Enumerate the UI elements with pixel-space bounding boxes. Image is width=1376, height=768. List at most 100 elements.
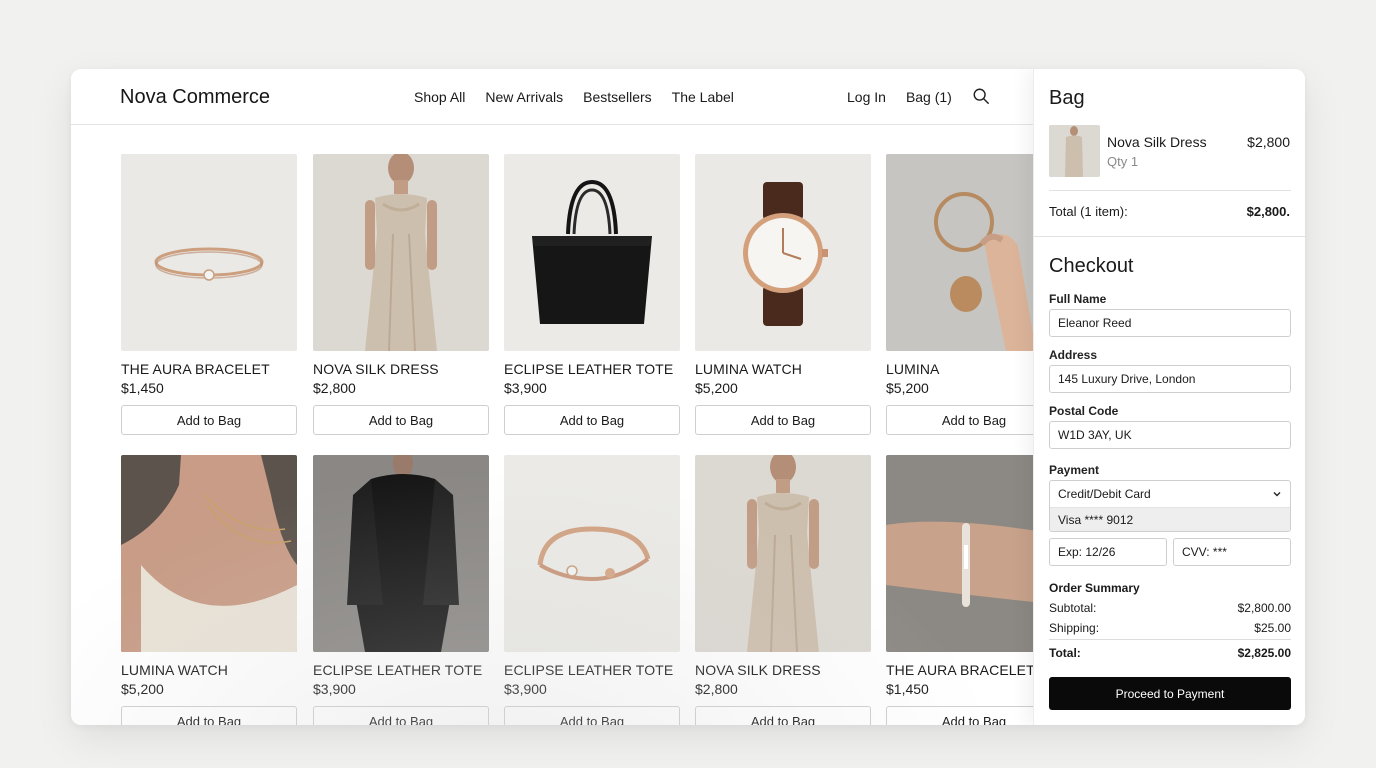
- address-field[interactable]: [1049, 365, 1291, 393]
- product-image-watch[interactable]: [695, 154, 871, 351]
- product-name: THE AURA BRACELET: [886, 662, 1033, 678]
- product-card: LUMINA WATCH $5,200 Add to Bag: [695, 154, 871, 435]
- bag-item-qty: Qty 1: [1107, 154, 1139, 169]
- add-to-bag-button[interactable]: Add to Bag: [504, 706, 680, 725]
- nav-the-label[interactable]: The Label: [672, 89, 734, 105]
- product-card: LUMINA WATCH $5,200 Add to Bag: [121, 455, 297, 725]
- product-name: NOVA SILK DRESS: [313, 361, 439, 377]
- product-card: NOVA SILK DRESS $2,800 Add to Bag: [313, 154, 489, 435]
- product-card: ECLIPSE LEATHER TOTE $3,900 Add to Bag: [504, 154, 680, 435]
- shop-window: Nova Commerce Shop All New Arrivals Best…: [71, 69, 1305, 725]
- shipping-label: Shipping:: [1049, 621, 1100, 635]
- postal-code-label: Postal Code: [1049, 404, 1119, 418]
- add-to-bag-button[interactable]: Add to Bag: [695, 405, 871, 435]
- add-to-bag-button[interactable]: Add to Bag: [504, 405, 680, 435]
- product-image-necklace-model[interactable]: [121, 455, 297, 652]
- product-name: THE AURA BRACELET: [121, 361, 270, 377]
- product-card: ECLIPSE LEATHER TOTE $3,900 Add to Bag: [313, 455, 489, 725]
- login-link[interactable]: Log In: [847, 89, 886, 105]
- bag-link[interactable]: Bag (1): [906, 89, 952, 105]
- chevron-down-icon: [1273, 492, 1281, 497]
- payment-option-visa[interactable]: Visa **** 9012: [1050, 507, 1290, 531]
- bag-total-value: $2,800.: [1246, 204, 1290, 219]
- nav-shop-all[interactable]: Shop All: [414, 89, 465, 105]
- subtotal-value: $2,800.00: [1237, 601, 1291, 615]
- product-name: NOVA SILK DRESS: [695, 662, 821, 678]
- total-row: Total: $2,825.00: [1049, 646, 1291, 660]
- full-name-label: Full Name: [1049, 292, 1107, 306]
- order-summary-title: Order Summary: [1049, 581, 1140, 595]
- product-name: LUMINA: [886, 361, 940, 377]
- product-image-dress[interactable]: [695, 455, 871, 652]
- brand-logo[interactable]: Nova Commerce: [120, 86, 270, 109]
- payment-selected-value[interactable]: Credit/Debit Card: [1050, 481, 1290, 507]
- address-label: Address: [1049, 348, 1098, 362]
- nav-bestsellers[interactable]: Bestsellers: [583, 89, 651, 105]
- bag-item-price: $2,800: [1247, 134, 1290, 150]
- divider: [1034, 236, 1305, 237]
- divider: [1049, 639, 1291, 640]
- product-name: LUMINA WATCH: [695, 361, 802, 377]
- subtotal-row: Subtotal: $2,800.00: [1049, 601, 1291, 615]
- bag-title: Bag: [1049, 87, 1085, 109]
- product-price: $3,900: [313, 681, 356, 697]
- product-name: LUMINA WATCH: [121, 662, 228, 678]
- cvv-field[interactable]: [1173, 538, 1291, 566]
- total-value: $2,825.00: [1237, 646, 1291, 660]
- bag-total-label: Total (1 item):: [1049, 204, 1128, 219]
- product-card: THE AURA BRACELET $1,450 Add to Bag: [121, 154, 297, 435]
- product-price: $1,450: [886, 681, 929, 697]
- product-price: $2,800: [695, 681, 738, 697]
- main-nav: Shop All New Arrivals Bestsellers The La…: [414, 89, 734, 105]
- payment-method-select[interactable]: Credit/Debit Card Visa **** 9012: [1049, 480, 1291, 532]
- add-to-bag-button[interactable]: Add to Bag: [886, 405, 1033, 435]
- total-label: Total:: [1049, 646, 1081, 660]
- header-actions: Log In Bag (1): [847, 87, 990, 105]
- shipping-row: Shipping: $25.00: [1049, 621, 1291, 635]
- checkout-title: Checkout: [1049, 255, 1134, 277]
- add-to-bag-button[interactable]: Add to Bag: [886, 706, 1033, 725]
- product-price: $5,200: [695, 380, 738, 396]
- add-to-bag-button[interactable]: Add to Bag: [121, 706, 297, 725]
- payment-label: Payment: [1049, 463, 1100, 477]
- product-price: $5,200: [121, 681, 164, 697]
- product-image-dress[interactable]: [313, 154, 489, 351]
- product-name: ECLIPSE LEATHER TOTE: [504, 662, 674, 678]
- add-to-bag-button[interactable]: Add to Bag: [313, 405, 489, 435]
- product-image-bangle-hand[interactable]: [886, 154, 1033, 351]
- shipping-value: $25.00: [1254, 621, 1291, 635]
- product-price: $5,200: [886, 380, 929, 396]
- nav-new-arrivals[interactable]: New Arrivals: [485, 89, 563, 105]
- proceed-to-payment-button[interactable]: Proceed to Payment: [1049, 677, 1291, 710]
- product-card: THE AURA BRACELET $1,450 Add to Bag: [886, 455, 1033, 725]
- bag-item-thumbnail: [1049, 125, 1100, 177]
- product-price: $1,450: [121, 380, 164, 396]
- expiry-field[interactable]: [1049, 538, 1167, 566]
- bag-checkout-panel: Bag Nova Silk Dress Qty 1 $2,800 Total (…: [1033, 69, 1305, 725]
- add-to-bag-button[interactable]: Add to Bag: [313, 706, 489, 725]
- divider: [1049, 190, 1291, 191]
- product-price: $2,800: [313, 380, 356, 396]
- product-card: LUMINA $5,200 Add to Bag: [886, 154, 1033, 435]
- bag-item-name: Nova Silk Dress: [1107, 134, 1207, 150]
- add-to-bag-button[interactable]: Add to Bag: [121, 405, 297, 435]
- product-image-black-jacket[interactable]: [313, 455, 489, 652]
- postal-code-field[interactable]: [1049, 421, 1291, 449]
- product-price: $3,900: [504, 380, 547, 396]
- payment-selected-text: Credit/Debit Card: [1058, 487, 1151, 501]
- top-navigation-bar: Nova Commerce Shop All New Arrivals Best…: [71, 69, 1033, 125]
- product-image-bracelet-wrist[interactable]: [886, 455, 1033, 652]
- product-image-cuff[interactable]: [504, 455, 680, 652]
- product-card: ECLIPSE LEATHER TOTE $3,900 Add to Bag: [504, 455, 680, 725]
- product-image-tote[interactable]: [504, 154, 680, 351]
- search-icon[interactable]: [972, 87, 990, 105]
- add-to-bag-button[interactable]: Add to Bag: [695, 706, 871, 725]
- product-name: ECLIPSE LEATHER TOTE: [313, 662, 483, 678]
- full-name-field[interactable]: [1049, 309, 1291, 337]
- product-grid: THE AURA BRACELET $1,450 Add to Bag NOVA…: [121, 154, 1033, 725]
- subtotal-label: Subtotal:: [1049, 601, 1097, 615]
- product-price: $3,900: [504, 681, 547, 697]
- product-card: NOVA SILK DRESS $2,800 Add to Bag: [695, 455, 871, 725]
- product-image-ring[interactable]: [121, 154, 297, 351]
- product-name: ECLIPSE LEATHER TOTE: [504, 361, 674, 377]
